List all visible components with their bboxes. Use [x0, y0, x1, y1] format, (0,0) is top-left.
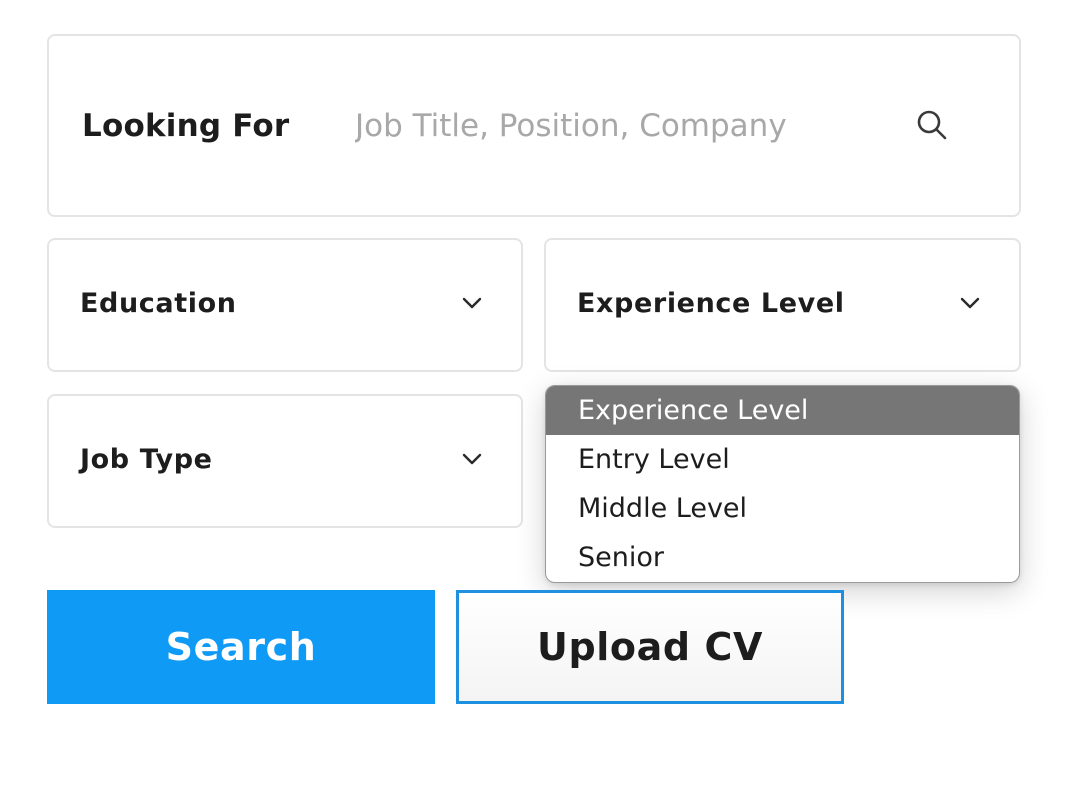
dropdown-option[interactable]: Entry Level — [546, 435, 1019, 484]
upload-cv-button[interactable]: Upload CV — [456, 590, 844, 704]
dropdown-option[interactable]: Senior — [546, 533, 1019, 582]
experience-level-dropdown: Experience Level Entry Level Middle Leve… — [545, 385, 1020, 583]
looking-for-label: Looking For — [82, 108, 290, 144]
education-select[interactable]: Education — [47, 238, 523, 372]
experience-level-label: Experience Level — [577, 288, 845, 319]
search-button[interactable]: Search — [47, 590, 435, 704]
chevron-down-icon — [959, 296, 981, 310]
search-icon[interactable] — [911, 104, 953, 146]
experience-level-select[interactable]: Experience Level — [544, 238, 1021, 372]
chevron-down-icon — [461, 296, 483, 310]
education-label: Education — [80, 288, 237, 319]
job-type-select[interactable]: Job Type — [47, 394, 523, 528]
search-input[interactable] — [355, 102, 843, 150]
job-search-form: Looking For Education Experience Level J… — [0, 0, 1070, 800]
chevron-down-icon — [461, 452, 483, 466]
job-type-label: Job Type — [80, 444, 213, 475]
dropdown-option[interactable]: Middle Level — [546, 484, 1019, 533]
looking-for-box: Looking For — [47, 34, 1021, 217]
dropdown-option[interactable]: Experience Level — [546, 386, 1019, 435]
